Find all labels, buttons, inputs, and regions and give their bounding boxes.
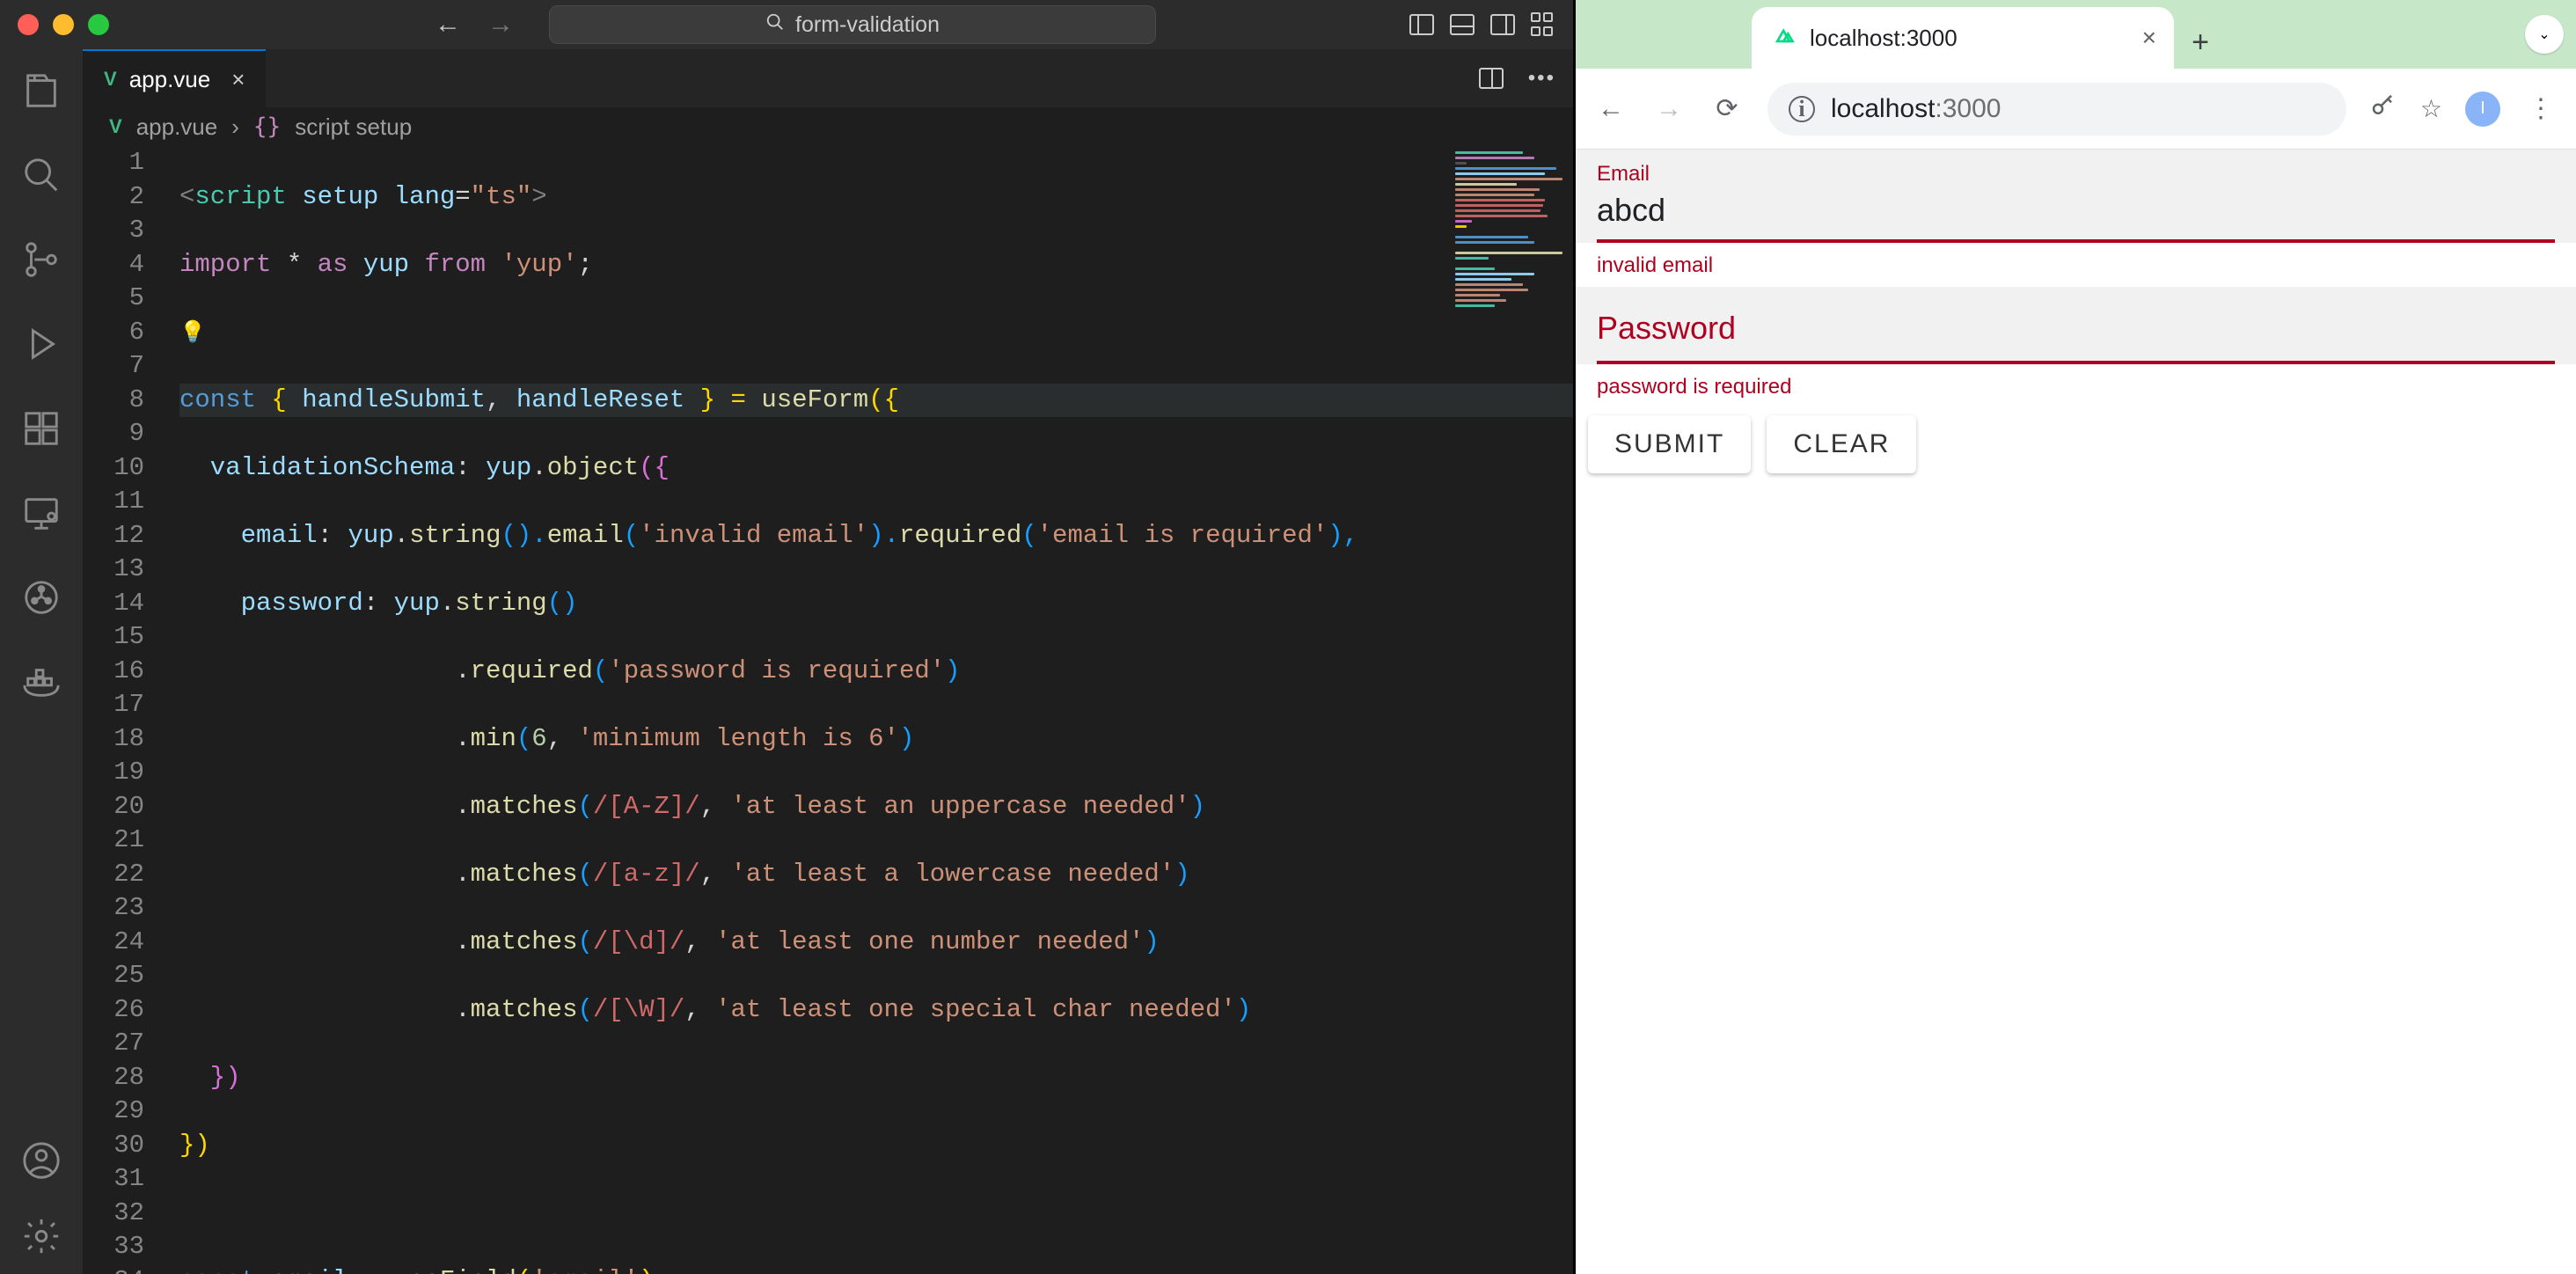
email-error-message: invalid email — [1576, 243, 2576, 287]
nuxt-favicon-icon — [1773, 26, 1796, 49]
settings-gear-icon[interactable] — [21, 1216, 62, 1256]
customize-layout-icon[interactable] — [1531, 12, 1555, 37]
vue-file-icon: V — [104, 68, 117, 91]
activity-bar — [0, 49, 83, 1274]
toggle-panel-icon[interactable] — [1450, 14, 1475, 35]
site-info-icon[interactable]: i — [1789, 96, 1815, 122]
nav-forward-icon[interactable]: → — [1651, 94, 1687, 124]
email-label: Email — [1597, 162, 2555, 187]
source-control-icon[interactable] — [21, 239, 62, 280]
nav-arrows: ← → — [435, 11, 514, 38]
lightbulb-icon[interactable]: 💡 — [179, 318, 206, 352]
url-host: localhost — [1831, 94, 1935, 123]
chrome-window: localhost:3000 × + ⌄ ← → ⟳ i localhost:3… — [1573, 0, 2576, 1274]
nav-forward-icon[interactable]: → — [487, 11, 514, 38]
nav-back-icon[interactable]: ← — [435, 11, 461, 38]
vscode-window: ← → form-validation — [0, 0, 1573, 1274]
field-underline — [1597, 239, 2555, 243]
vscode-body: V app.vue × ••• V app.vue › {} script se… — [0, 49, 1573, 1274]
address-bar[interactable]: i localhost:3000 — [1767, 83, 2346, 135]
vscode-titlebar: ← → form-validation — [0, 0, 1573, 49]
accounts-icon[interactable] — [21, 1140, 62, 1181]
profile-avatar[interactable]: I — [2465, 92, 2500, 127]
chevron-right-icon: › — [231, 113, 239, 141]
run-debug-icon[interactable] — [21, 324, 62, 364]
reload-icon[interactable]: ⟳ — [1709, 93, 1745, 124]
submit-button[interactable]: SUBMIT — [1588, 415, 1751, 473]
symbol-namespace-icon: {} — [253, 113, 281, 140]
docker-icon[interactable] — [21, 662, 62, 702]
traffic-lights — [18, 14, 109, 35]
breadcrumb-file: app.vue — [136, 113, 218, 141]
page-content: Email invalid email Password password is… — [1576, 150, 2576, 1274]
extensions-icon[interactable] — [21, 408, 62, 449]
minimap[interactable] — [1450, 146, 1573, 322]
editor-area: V app.vue × ••• V app.vue › {} script se… — [83, 49, 1573, 1274]
remote-explorer-icon[interactable] — [21, 493, 62, 533]
search-icon[interactable] — [21, 155, 62, 195]
window-minimize-button[interactable] — [53, 14, 74, 35]
vue-file-icon: V — [109, 115, 122, 138]
breadcrumb-symbol: script setup — [295, 113, 412, 141]
toggle-sidebar-icon[interactable] — [1409, 14, 1434, 35]
password-error-message: password is required — [1576, 364, 2576, 408]
new-tab-button[interactable]: + — [2174, 16, 2227, 69]
omnibox-actions: ☆ — [2369, 92, 2442, 125]
code-area[interactable]: 1 2 3 4 5 6 7 8 9 10 11 12 13 14 — [83, 146, 1573, 1274]
editor-tab-actions: ••• — [1479, 49, 1573, 107]
chrome-toolbar: ← → ⟳ i localhost:3000 ☆ I ⋮ — [1576, 69, 2576, 150]
tab-filename: app.vue — [129, 66, 211, 93]
breadcrumb[interactable]: V app.vue › {} script setup — [83, 107, 1573, 146]
more-actions-icon[interactable]: ••• — [1528, 66, 1555, 91]
command-center[interactable]: form-validation — [549, 5, 1156, 44]
nav-back-icon[interactable]: ← — [1593, 94, 1628, 124]
line-number-gutter: 1 2 3 4 5 6 7 8 9 10 11 12 13 14 — [83, 146, 179, 1274]
editor-tab-app-vue[interactable]: V app.vue × — [83, 49, 266, 107]
password-label: Password — [1597, 296, 2555, 361]
password-key-icon[interactable] — [2369, 92, 2396, 125]
editor-tabs: V app.vue × ••• — [83, 49, 1573, 107]
browser-tab-title: localhost:3000 — [1810, 25, 1958, 52]
url-path: :3000 — [1935, 94, 2001, 123]
close-tab-icon[interactable]: × — [2142, 24, 2156, 52]
bookmark-star-icon[interactable]: ☆ — [2420, 94, 2442, 123]
search-icon — [765, 12, 785, 37]
browser-tab[interactable]: localhost:3000 × — [1752, 7, 2174, 69]
close-tab-icon[interactable]: × — [231, 66, 245, 93]
toggle-secondary-sidebar-icon[interactable] — [1490, 14, 1515, 35]
window-close-button[interactable] — [18, 14, 39, 35]
code-content[interactable]: <script setup lang="ts"> import * as yup… — [179, 146, 1573, 1274]
layout-controls — [1409, 12, 1555, 37]
command-center-text: form-validation — [795, 12, 940, 38]
email-field-wrapper: Email — [1576, 150, 2576, 243]
clear-button[interactable]: CLEAR — [1767, 415, 1916, 473]
password-field-wrapper: Password — [1576, 287, 2576, 364]
email-input[interactable] — [1597, 187, 2555, 239]
form-actions: SUBMIT CLEAR — [1576, 408, 2576, 480]
git-graph-icon[interactable] — [21, 577, 62, 618]
tab-overflow-icon[interactable]: ⌄ — [2525, 15, 2564, 54]
field-underline — [1597, 361, 2555, 364]
window-maximize-button[interactable] — [88, 14, 109, 35]
chrome-menu-icon[interactable]: ⋮ — [2523, 93, 2558, 124]
explorer-icon[interactable] — [21, 70, 62, 111]
chrome-tabstrip: localhost:3000 × + ⌄ — [1576, 0, 2576, 69]
split-editor-icon[interactable] — [1479, 68, 1504, 89]
